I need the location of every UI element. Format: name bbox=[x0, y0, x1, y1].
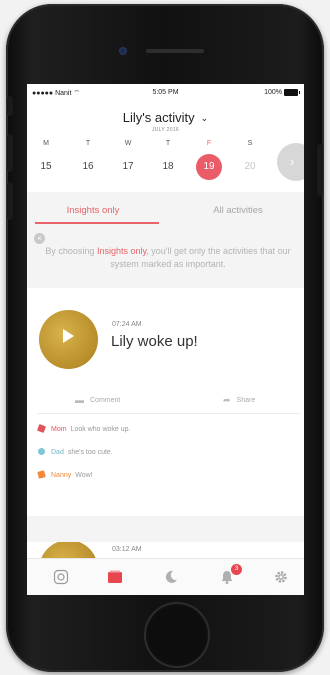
front-camera bbox=[119, 47, 127, 55]
moon-icon bbox=[165, 570, 177, 583]
volume-up-button bbox=[7, 134, 13, 172]
day-number: 19 bbox=[196, 154, 222, 180]
comment-author[interactable]: Mom bbox=[51, 426, 67, 433]
status-time: 5:05 PM bbox=[152, 89, 179, 96]
event-time-2: 03:12 AM bbox=[112, 546, 142, 553]
comment-text: Wow! bbox=[75, 472, 93, 479]
comment-author[interactable]: Dad bbox=[51, 449, 64, 456]
activity-card-2: 03:12 AM bbox=[27, 542, 304, 558]
nanny-avatar-icon bbox=[37, 470, 46, 479]
weekday-letter: T bbox=[165, 140, 171, 147]
info-message: By choosing Insights only, you'll get on… bbox=[39, 245, 297, 271]
share-label: Share bbox=[236, 397, 256, 404]
video-thumbnail[interactable] bbox=[39, 310, 98, 369]
tab-notifications[interactable]: 3 bbox=[207, 559, 247, 595]
volume-down-button bbox=[7, 182, 13, 220]
weekday-letter: T bbox=[85, 140, 91, 147]
week-calendar: M 15 T 16 W 17 T 18 F 19 S 20 bbox=[27, 138, 304, 186]
info-prefix: By choosing bbox=[45, 246, 97, 256]
divider bbox=[37, 413, 300, 414]
tab-camera[interactable] bbox=[41, 559, 81, 595]
calendar-day[interactable]: S 20 bbox=[237, 138, 263, 180]
share-icon: ➦ bbox=[223, 395, 231, 405]
camera-lens-icon bbox=[53, 569, 69, 585]
power-button bbox=[317, 144, 323, 196]
event-time: 07:24 AM bbox=[112, 321, 142, 328]
bottom-tab-bar: 3 bbox=[27, 558, 304, 595]
comment-row: Dad she's too cute. bbox=[38, 446, 113, 460]
weekday-letter: W bbox=[124, 140, 132, 147]
earpiece-speaker bbox=[146, 49, 204, 53]
comment-text: Look who woke up. bbox=[70, 426, 131, 433]
event-title: Lily woke up! bbox=[111, 333, 198, 350]
card-actions: ▬ Comment ➦ Share bbox=[27, 389, 304, 411]
calendar-day[interactable]: M 15 bbox=[33, 138, 59, 180]
weekday-letter: M bbox=[43, 140, 49, 147]
comment-icon: ▬ bbox=[75, 395, 84, 405]
comment-button[interactable]: ▬ Comment bbox=[75, 389, 120, 411]
active-tab-indicator bbox=[35, 222, 159, 224]
status-bar: ●●●●● Nanit ⌔ 5:05 PM 100% bbox=[27, 84, 304, 102]
share-button[interactable]: ➦ Share bbox=[223, 389, 255, 411]
calendar-day[interactable]: T 18 bbox=[155, 138, 181, 180]
day-number: 18 bbox=[162, 161, 174, 172]
video-thumbnail-2[interactable] bbox=[39, 542, 98, 558]
info-highlight: Insights only bbox=[96, 246, 147, 256]
comment-row: Nanny Wow! bbox=[37, 469, 93, 483]
month-label: JULY 2016 bbox=[152, 127, 179, 133]
dad-avatar-icon bbox=[38, 448, 45, 455]
calendar-day[interactable]: F 19 bbox=[196, 138, 222, 180]
battery-percent: 100% bbox=[264, 89, 282, 96]
mute-switch bbox=[7, 96, 13, 116]
activity-card: 07:24 AM Lily woke up! ▬ Comment ➦ Share M… bbox=[27, 299, 304, 516]
dismiss-info-icon[interactable]: × bbox=[34, 233, 45, 244]
stage: ●●●●● Nanit ⌔ 5:05 PM 100% Lily's activi… bbox=[0, 0, 330, 675]
weekday-letter: F bbox=[206, 140, 212, 147]
tab-settings[interactable] bbox=[261, 559, 301, 595]
activity-title-dropdown[interactable]: Lily's activity ⌄ bbox=[27, 110, 304, 125]
app-screen: ●●●●● Nanit ⌔ 5:05 PM 100% Lily's activi… bbox=[27, 84, 304, 595]
activity-feed-icon bbox=[108, 570, 122, 583]
feed-separator bbox=[27, 516, 304, 542]
comment-author[interactable]: Nanny bbox=[51, 472, 71, 479]
day-number: 15 bbox=[40, 161, 52, 172]
chevron-down-icon[interactable]: ⌄ bbox=[201, 113, 209, 124]
day-number: 16 bbox=[82, 161, 94, 172]
mom-avatar-icon bbox=[37, 424, 46, 433]
weekday-letter: S bbox=[247, 140, 253, 147]
day-number: 17 bbox=[122, 161, 134, 172]
comment-row: Mom Look who woke up. bbox=[37, 423, 131, 437]
tab-activity[interactable] bbox=[95, 559, 135, 595]
calendar-day[interactable]: T 16 bbox=[75, 138, 101, 180]
calendar-day[interactable]: W 17 bbox=[115, 138, 141, 180]
notification-badge: 3 bbox=[231, 564, 242, 575]
play-icon[interactable] bbox=[63, 329, 74, 343]
comment-label: Comment bbox=[90, 397, 121, 404]
day-number: 20 bbox=[244, 161, 256, 172]
tab-all-activities[interactable]: All activities bbox=[178, 194, 298, 228]
tab-sleep[interactable] bbox=[151, 559, 191, 595]
home-button[interactable] bbox=[144, 602, 210, 668]
page-title: Lily's activity bbox=[122, 110, 195, 125]
filter-tabs: Insights only All activities bbox=[27, 194, 304, 228]
comment-text: she's too cute. bbox=[67, 449, 113, 456]
gear-icon bbox=[275, 571, 287, 583]
battery-icon bbox=[284, 89, 300, 96]
